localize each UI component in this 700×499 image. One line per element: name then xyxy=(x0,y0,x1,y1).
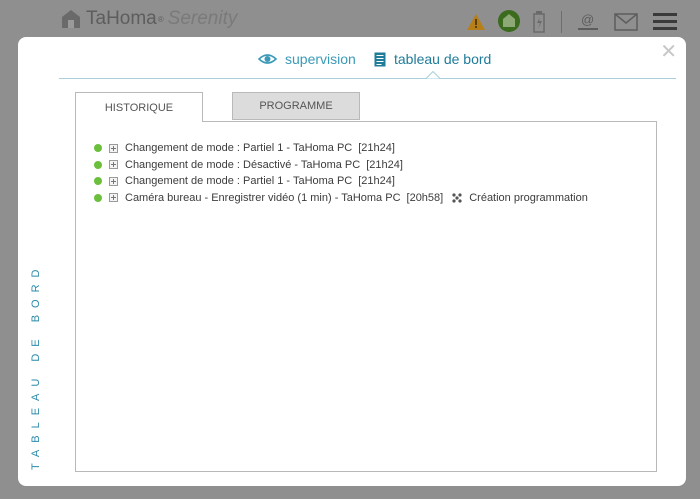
header-divider xyxy=(561,11,562,33)
nav-tableau-label: tableau de bord xyxy=(394,51,492,67)
menu-icon[interactable] xyxy=(652,12,678,32)
history-extra-label: Création programmation xyxy=(469,191,588,204)
history-time: [21h24] xyxy=(358,142,395,155)
product-name: Serenity xyxy=(167,8,238,29)
history-list: Changement de mode : Partiel 1 - TaHoma … xyxy=(94,140,588,206)
programmation-icon xyxy=(452,193,462,203)
history-text: Changement de mode : Désactivé - TaHoma … xyxy=(125,158,361,171)
house-status-icon[interactable] xyxy=(497,9,521,33)
history-row: Changement de mode : Partiel 1 - TaHoma … xyxy=(94,173,588,190)
nav-supervision-label: supervision xyxy=(285,51,356,67)
active-nav-caret xyxy=(426,71,440,79)
expand-icon[interactable] xyxy=(109,176,118,186)
history-time: [21h24] xyxy=(366,158,403,171)
document-icon xyxy=(374,52,386,66)
history-time: [20h58] xyxy=(406,191,444,204)
history-row: Changement de mode : Partiel 1 - TaHoma … xyxy=(94,140,588,157)
brand-name: TaHoma xyxy=(86,8,157,29)
registered-mark: ® xyxy=(157,14,164,24)
nav-tableau-de-bord[interactable]: tableau de bord xyxy=(374,51,491,67)
history-extra: Création programmation xyxy=(451,192,588,204)
home-icon xyxy=(62,10,80,28)
status-dot-icon xyxy=(94,144,102,153)
tab-programme[interactable]: PROGRAMME xyxy=(232,92,360,120)
app-logo: TaHoma ® Serenity xyxy=(60,8,237,30)
history-text: Caméra bureau - Enregistrer vidéo (1 min… xyxy=(125,191,401,204)
history-text: Changement de mode : Partiel 1 - TaHoma … xyxy=(125,142,353,155)
status-dot-icon xyxy=(94,177,102,186)
status-dot-icon xyxy=(94,160,102,169)
app-header: TaHoma ® Serenity @ xyxy=(0,0,700,40)
eye-icon xyxy=(258,54,277,64)
history-panel: Changement de mode : Partiel 1 - TaHoma … xyxy=(75,121,657,472)
history-row: Caméra bureau - Enregistrer vidéo (1 min… xyxy=(94,190,588,207)
tab-historique[interactable]: HISTORIQUE xyxy=(75,92,203,122)
expand-icon[interactable] xyxy=(109,193,118,203)
modal-nav: supervision tableau de bord xyxy=(18,51,686,71)
at-sign-icon[interactable]: @ xyxy=(577,11,599,33)
history-time: [21h24] xyxy=(358,175,395,188)
history-text: Changement de mode : Partiel 1 - TaHoma … xyxy=(125,175,353,188)
status-dot-icon xyxy=(94,193,102,202)
battery-icon[interactable] xyxy=(533,11,545,33)
mail-icon[interactable] xyxy=(614,13,638,31)
history-row: Changement de mode : Désactivé - TaHoma … xyxy=(94,157,588,174)
expand-icon[interactable] xyxy=(109,143,118,153)
nav-underline xyxy=(59,78,676,79)
warning-icon[interactable] xyxy=(466,13,486,31)
expand-icon[interactable] xyxy=(109,160,118,170)
svg-text:@: @ xyxy=(581,12,594,27)
nav-supervision[interactable]: supervision xyxy=(258,51,356,67)
side-title: TABLEAU DE BORD xyxy=(30,262,42,471)
dashboard-modal: ✕ supervision tableau de bord TABLEAU DE… xyxy=(18,37,686,486)
